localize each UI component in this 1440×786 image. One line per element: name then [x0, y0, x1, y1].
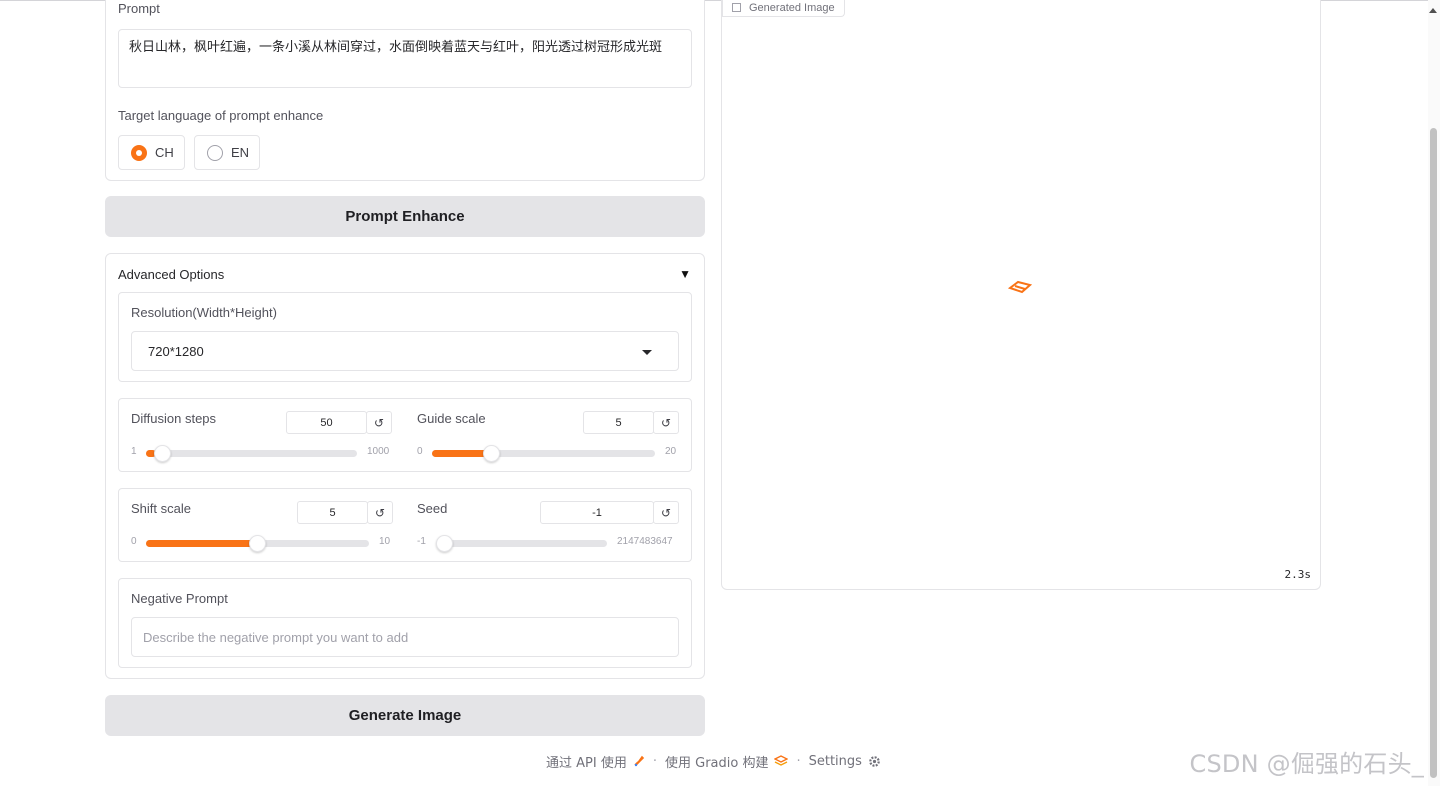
loading-spinner-icon — [1008, 280, 1032, 294]
shift-scale-label: Shift scale — [131, 501, 191, 516]
negative-prompt-label: Negative Prompt — [131, 591, 228, 606]
page-scrollbar[interactable] — [1428, 0, 1440, 786]
slider-thumb[interactable] — [436, 535, 453, 552]
diffusion-steps-slider[interactable] — [146, 445, 357, 462]
image-icon — [732, 3, 741, 12]
shift-scale-slider[interactable] — [146, 535, 369, 552]
slider-fill — [146, 540, 258, 547]
reset-icon[interactable]: ↺ — [653, 501, 679, 524]
seed-min: -1 — [417, 536, 426, 547]
guide-scale-min: 0 — [417, 446, 423, 457]
reset-icon[interactable]: ↺ — [367, 501, 393, 524]
scrollbar-thumb[interactable] — [1430, 128, 1437, 778]
footer-separator: · — [796, 753, 801, 769]
radio-label-ch: CH — [155, 145, 174, 160]
slider-thumb[interactable] — [154, 445, 171, 462]
csdn-watermark: CSDN @倔强的石头_ — [1189, 750, 1424, 778]
footer-api-link[interactable]: 通过 API 使用 — [546, 752, 627, 771]
reset-icon[interactable]: ↺ — [653, 411, 679, 434]
seed-slider[interactable] — [436, 535, 607, 552]
radio-checked-icon — [131, 144, 147, 161]
shift-scale-input[interactable]: 5 — [297, 501, 368, 524]
advanced-options-title[interactable]: Advanced Options — [118, 267, 224, 282]
footer-gradio-link[interactable]: 使用 Gradio 构建 — [665, 752, 768, 771]
advanced-options-accordion: Advanced Options ▼ Resolution(Width*Heig… — [105, 253, 705, 679]
resolution-dropdown[interactable]: 720*1280 — [131, 331, 679, 371]
shift-scale-max: 10 — [379, 536, 391, 547]
footer-separator: · — [652, 753, 657, 769]
diffusion-steps-input[interactable]: 50 — [286, 411, 367, 434]
footer: 通过 API 使用 · 使用 Gradio 构建 · Settings — [546, 752, 881, 771]
gradio-logo-icon — [774, 755, 789, 766]
seed-max: 2147483647 — [617, 536, 673, 547]
rocket-icon — [634, 755, 644, 767]
prompt-label: Prompt — [118, 1, 160, 16]
generated-image-label: Generated Image — [722, 0, 845, 17]
prompt-enhance-button[interactable]: Prompt Enhance — [105, 196, 705, 237]
prompt-panel: Prompt 秋日山林，枫叶红遍，一条小溪从林间穿过，水面倒映着蓝天与红叶，阳光… — [105, 0, 705, 181]
slider-thumb[interactable] — [249, 535, 266, 552]
resolution-label: Resolution(Width*Height) — [131, 305, 277, 320]
footer-settings-link[interactable]: Settings — [809, 754, 862, 769]
guide-scale-label: Guide scale — [417, 411, 486, 426]
resolution-value: 720*1280 — [148, 343, 204, 359]
generated-image-panel: Generated Image 2.3s — [721, 0, 1321, 590]
generate-image-button[interactable]: Generate Image — [105, 695, 705, 736]
generated-image-label-text: Generated Image — [749, 2, 835, 14]
seed-input[interactable]: -1 — [540, 501, 654, 524]
diffusion-steps-min: 1 — [131, 446, 137, 457]
radio-unchecked-icon — [207, 144, 223, 161]
negative-prompt-block: Negative Prompt Describe the negative pr… — [118, 578, 692, 668]
generation-timer: 2.3s — [1284, 568, 1312, 581]
sampling-row-2: Shift scale 5 ↺ 0 10 Seed -1 ↺ -1 214748… — [118, 488, 692, 562]
reset-icon[interactable]: ↺ — [366, 411, 392, 434]
diffusion-steps-label: Diffusion steps — [131, 411, 217, 426]
scroll-up-arrow-icon[interactable] — [1429, 8, 1437, 13]
radio-label-en: EN — [231, 145, 250, 160]
radio-option-ch[interactable]: CH — [118, 135, 185, 170]
guide-scale-max: 20 — [665, 446, 677, 457]
accordion-toggle-icon[interactable]: ▼ — [679, 267, 691, 281]
gear-icon[interactable] — [868, 755, 881, 768]
seed-label: Seed — [417, 501, 448, 516]
guide-scale-slider[interactable] — [432, 445, 655, 462]
prompt-textarea[interactable]: 秋日山林，枫叶红遍，一条小溪从林间穿过，水面倒映着蓝天与红叶，阳光透过树冠形成光… — [118, 29, 692, 88]
guide-scale-input[interactable]: 5 — [583, 411, 654, 434]
negative-prompt-input[interactable]: Describe the negative prompt you want to… — [131, 617, 679, 657]
sampling-row-1: Diffusion steps 50 ↺ 1 1000 Guide scale … — [118, 398, 692, 472]
radio-option-en[interactable]: EN — [194, 135, 260, 170]
resolution-block: Resolution(Width*Height) 720*1280 — [118, 292, 692, 382]
slider-thumb[interactable] — [483, 445, 500, 462]
chevron-down-icon — [642, 350, 652, 355]
target-language-label: Target language of prompt enhance — [118, 108, 324, 123]
shift-scale-min: 0 — [131, 536, 137, 547]
diffusion-steps-max: 1000 — [367, 446, 390, 457]
